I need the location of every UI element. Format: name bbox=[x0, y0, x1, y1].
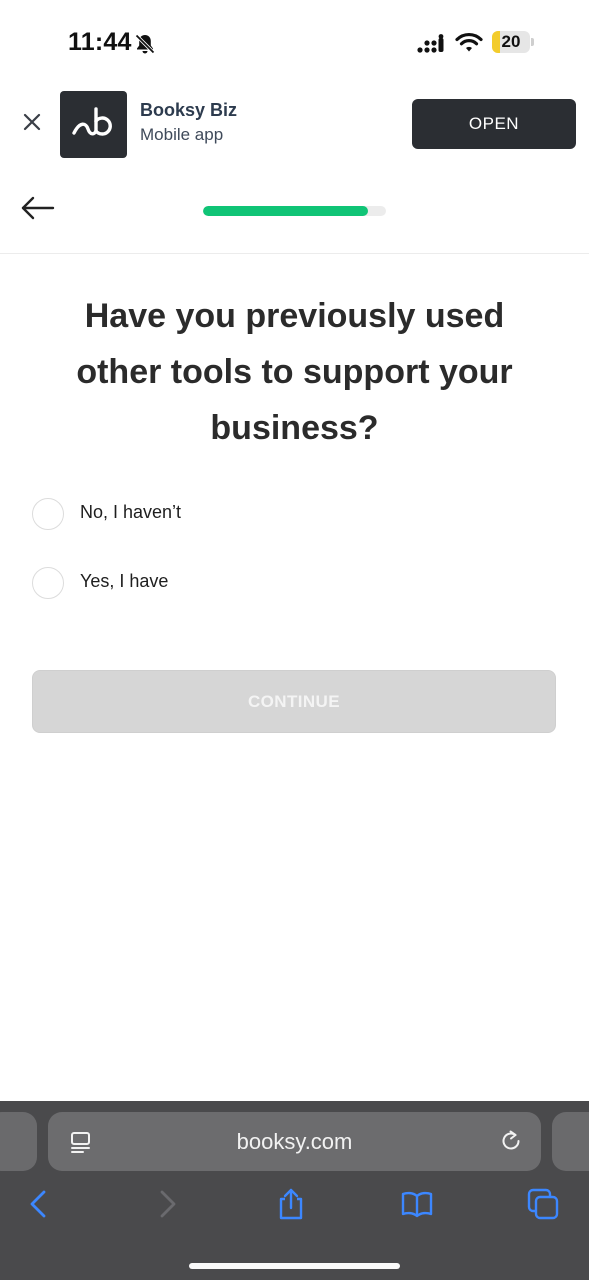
status-time: 11:44 bbox=[68, 28, 132, 56]
app-name: Booksy Biz bbox=[140, 100, 238, 120]
tabs-icon[interactable] bbox=[526, 1187, 560, 1221]
next-tab-preview[interactable] bbox=[552, 1112, 589, 1171]
forward-icon bbox=[160, 1190, 176, 1218]
wifi-icon bbox=[455, 32, 483, 52]
reload-icon[interactable] bbox=[499, 1129, 523, 1153]
app-subtitle: Mobile app bbox=[140, 125, 224, 144]
progress-bar bbox=[203, 206, 386, 216]
address-bar[interactable]: booksy.com bbox=[48, 1112, 541, 1171]
status-bar: 11:44 20 bbox=[0, 0, 589, 80]
option-no[interactable]: No, I haven’t bbox=[32, 498, 552, 532]
option-label: Yes, I have bbox=[80, 571, 169, 591]
bell-slash-icon bbox=[135, 34, 155, 54]
open-app-button[interactable]: OPEN bbox=[412, 99, 576, 149]
home-indicator bbox=[189, 1263, 400, 1269]
arrow-left-icon[interactable] bbox=[20, 194, 56, 222]
close-icon[interactable] bbox=[20, 110, 44, 134]
question-title: Have you previously used other tools to … bbox=[76, 297, 513, 447]
progress-header bbox=[0, 180, 589, 254]
booksy-logo bbox=[60, 91, 127, 158]
back-icon[interactable] bbox=[22, 1187, 56, 1221]
radio-button[interactable] bbox=[32, 498, 64, 530]
app-banner: Booksy Biz Mobile app OPEN bbox=[0, 86, 589, 162]
option-label: No, I haven’t bbox=[80, 502, 182, 522]
bookmarks-icon[interactable] bbox=[400, 1187, 434, 1221]
option-yes[interactable]: Yes, I have bbox=[32, 567, 552, 601]
page-menu-icon[interactable] bbox=[70, 1130, 92, 1154]
previous-tab-preview[interactable] bbox=[0, 1112, 37, 1171]
battery-icon: 20 bbox=[492, 31, 534, 53]
progress-fill bbox=[203, 206, 368, 216]
battery-level: 20 bbox=[501, 32, 521, 51]
radio-button[interactable] bbox=[32, 567, 64, 599]
address-text: booksy.com bbox=[236, 1129, 353, 1154]
continue-button[interactable]: CONTINUE bbox=[32, 670, 556, 733]
cellular-signal-icon bbox=[417, 34, 444, 53]
share-icon[interactable] bbox=[274, 1187, 308, 1221]
browser-toolbar: booksy.com bbox=[0, 1101, 589, 1280]
